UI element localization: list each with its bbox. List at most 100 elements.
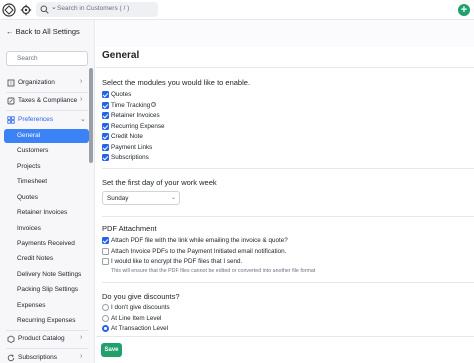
checkbox-quotes[interactable] [102,91,109,98]
sidebar-item-invoices[interactable]: Invoices [4,222,89,236]
option-label: Attach Invoice PDFs to the Payment Initi… [111,248,287,255]
sidebar-item-recurring-expenses[interactable]: Recurring Expenses [4,314,89,328]
help-icon[interactable]: ? [151,102,157,107]
work-week-heading: Set the first day of your work week [102,178,217,187]
sidebar-item-label: Delivery Note Settings [17,271,82,278]
option-label: At Line Item Level [111,315,162,322]
sidebar-item-delivery-note-settings[interactable]: Delivery Note Settings [4,268,89,282]
divider [6,110,88,111]
top-bar: ⌄ Search in Customers ( / ) + [0,0,474,20]
checkbox-encrypt-pdf[interactable] [102,258,109,265]
sidebar-item-label: Invoices [17,225,41,232]
divider [6,92,88,93]
back-to-settings-link[interactable]: ← Back to All Settings [6,27,80,36]
checkbox-attach-pdf[interactable] [102,237,109,244]
checkbox-retainer-invoices[interactable] [102,112,109,119]
divider [102,282,474,283]
radio-line-item-level[interactable] [102,315,109,322]
page-title: General [102,50,140,61]
sidebar-item-label: Credit Notes [17,255,54,262]
divider [96,67,474,68]
sidebar-group-taxes[interactable]: Taxes & Compliance › [0,94,90,108]
pdf-heading: PDF Attachment [102,224,157,233]
sidebar-item-label: Packing Slip Settings [17,286,79,293]
sidebar-group-label: Organization [18,79,55,86]
chevron-down-icon: ⌄ [171,195,177,201]
arrow-left-icon: ← [6,27,14,36]
modules-heading: Select the modules you would like to ena… [102,78,251,87]
search-placeholder: Search in Customers ( / ) [57,5,130,12]
sidebar-group-product-catalog[interactable]: Product Catalog › [0,332,90,346]
quick-create-button[interactable]: + [458,4,470,16]
sidebar-item-quotes[interactable]: Quotes [4,191,89,205]
checkbox-time-tracking[interactable] [102,102,109,109]
option-label: Recurring Expense [111,123,165,130]
option-label: Time Tracking [111,102,151,109]
sidebar-item-projects[interactable]: Projects [4,160,89,174]
checkbox-subscriptions[interactable] [102,154,109,161]
option-label: At Transaction Level [111,325,169,332]
option-label: Payment Links [111,144,153,151]
checkbox-attach-invoice-pdf[interactable] [102,248,109,255]
sidebar-group-subscriptions[interactable]: Subscriptions › [0,351,90,363]
refresh-icon [7,354,15,362]
sidebar-item-label: Expenses [17,302,46,309]
sidebar-item-label: Projects [17,163,41,170]
option-label: Retainer Invoices [111,112,160,119]
sidebar-item-retainer-invoices[interactable]: Retainer Invoices [4,206,89,220]
sidebar-item-label: Customers [17,147,49,154]
sidebar-group-organization[interactable]: Organization › [0,76,90,90]
encrypt-note: This will ensure that the PDF files cann… [111,268,316,274]
search-icon [40,5,49,14]
chevron-down-icon: ⌄ [80,116,86,123]
sidebar-search-input[interactable]: Search [6,51,88,66]
sidebar-item-label: Quotes [17,194,38,201]
sidebar-search-placeholder: Search [17,55,38,62]
tax-icon [7,97,15,105]
sidebar-item-payments-received[interactable]: Payments Received [4,237,89,251]
divider [102,216,474,217]
save-button[interactable]: Save [101,343,122,357]
grid-icon [7,116,15,124]
sidebar-item-general[interactable]: General [4,129,89,143]
chevron-down-icon[interactable]: ⌄ [51,3,57,11]
back-label: Back to All Settings [15,27,80,36]
option-label-time-tracking: Time Tracking? [111,102,157,109]
global-search[interactable]: ⌄ Search in Customers ( / ) [36,2,158,17]
option-label: I don't give discounts [111,304,170,311]
checkbox-recurring-expense[interactable] [102,123,109,130]
divider [96,336,474,337]
first-day-select[interactable]: Sunday ⌄ [102,191,180,205]
chevron-right-icon: › [80,96,83,103]
sidebar-item-label: General [17,132,41,139]
sidebar-item-label: Timesheet [17,178,48,185]
radio-no-discounts[interactable] [102,304,109,311]
divider [6,348,88,349]
chevron-right-icon: › [80,334,83,341]
checkbox-credit-note[interactable] [102,133,109,140]
radio-transaction-level[interactable] [102,325,109,332]
sidebar-item-label: Recurring Expenses [17,317,76,324]
option-label: Quotes [111,91,132,98]
sidebar-group-label: Product Catalog [18,335,65,342]
sidebar-item-packing-slip-settings[interactable]: Packing Slip Settings [4,283,89,297]
sidebar-group-label: Preferences [18,116,54,123]
app-logo-icon[interactable] [2,3,16,17]
sidebar-item-label: Payments Received [17,240,75,247]
settings-sidebar: ← Back to All Settings Search Organizati… [0,20,95,363]
sidebar-group-label: Taxes & Compliance [18,97,78,104]
chevron-right-icon: › [80,78,83,85]
sidebar-item-timesheet[interactable]: Timesheet [4,175,89,189]
checkbox-payment-links[interactable] [102,144,109,151]
sidebar-item-expenses[interactable]: Expenses [4,299,89,313]
settings-gear-icon[interactable] [20,4,32,16]
building-icon [7,79,15,87]
divider [6,330,88,331]
sidebar-item-label: Retainer Invoices [17,209,68,216]
option-label: Credit Note [111,133,143,140]
sidebar-item-credit-notes[interactable]: Credit Notes [4,252,89,266]
discounts-heading: Do you give discounts? [102,292,180,301]
sidebar-group-preferences[interactable]: Preferences ⌄ [0,113,90,127]
sidebar-item-customers[interactable]: Customers [4,144,89,158]
divider [102,168,474,169]
